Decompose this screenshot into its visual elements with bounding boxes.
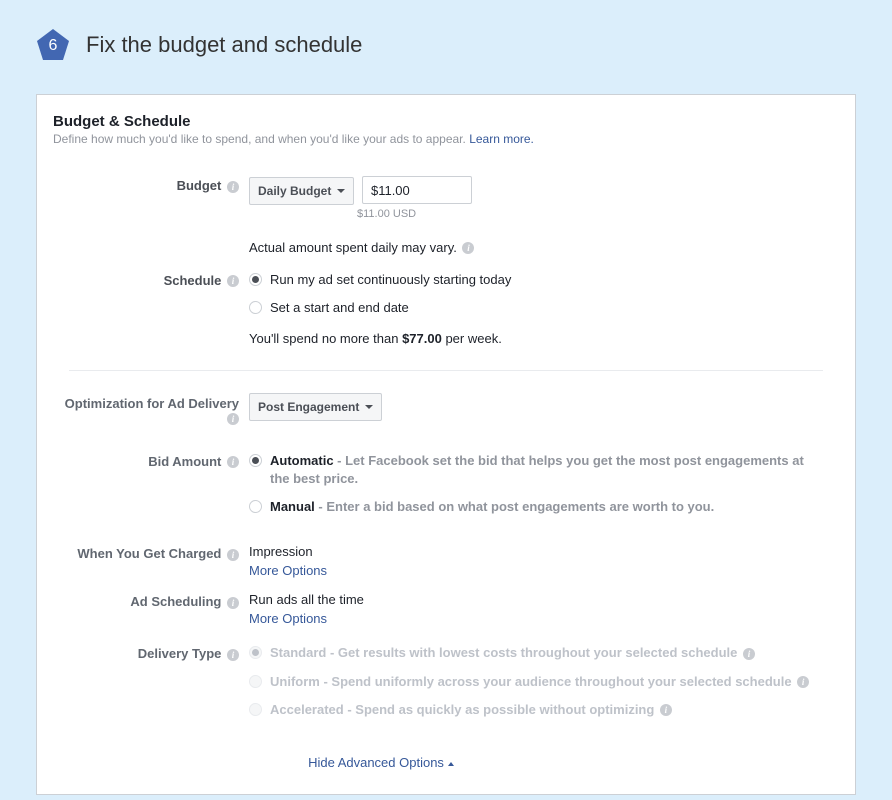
- bid-manual-option[interactable]: Manual - Enter a bid based on what post …: [249, 498, 819, 516]
- radio-icon: [249, 500, 262, 513]
- bid-automatic-option[interactable]: Automatic - Let Facebook set the bid tha…: [249, 452, 819, 488]
- info-icon[interactable]: i: [227, 275, 239, 287]
- info-icon[interactable]: i: [660, 704, 672, 716]
- panel-description: Define how much you'd like to spend, and…: [53, 132, 839, 146]
- budget-schedule-panel: Budget & Schedule Define how much you'd …: [36, 94, 856, 795]
- delivery-accelerated-option: Accelerated - Spend as quickly as possib…: [249, 701, 819, 719]
- schedule-date-range-option[interactable]: Set a start and end date: [249, 299, 819, 317]
- chevron-down-icon: [337, 189, 345, 193]
- info-icon[interactable]: i: [227, 413, 239, 425]
- budget-amount-input[interactable]: [362, 176, 472, 204]
- budget-label: Budget i: [53, 172, 249, 261]
- step-number: 6: [49, 37, 58, 55]
- charged-more-options-link[interactable]: More Options: [249, 563, 327, 578]
- ad-scheduling-value: Run ads all the time: [249, 592, 819, 607]
- delivery-uniform-option: Uniform - Spend uniformly across your au…: [249, 673, 819, 691]
- budget-usd-note: $11.00 USD: [357, 208, 819, 220]
- optimization-row: Optimization for Ad Delivery i Post Enga…: [53, 389, 839, 426]
- chevron-down-icon: [365, 405, 373, 409]
- divider: [69, 370, 823, 371]
- info-icon[interactable]: i: [797, 676, 809, 688]
- optimization-label: Optimization for Ad Delivery i: [53, 389, 249, 426]
- radio-icon: [249, 273, 262, 286]
- learn-more-link[interactable]: Learn more.: [469, 132, 534, 146]
- schedule-row: Schedule i Run my ad set continuously st…: [53, 267, 839, 352]
- info-icon[interactable]: i: [227, 456, 239, 468]
- info-icon[interactable]: i: [462, 242, 474, 254]
- charged-label: When You Get Charged i: [53, 544, 249, 578]
- budget-row: Budget i Daily Budget $11.00 USD Actual …: [53, 172, 839, 261]
- panel-title: Budget & Schedule: [53, 113, 839, 130]
- hide-advanced-options-link[interactable]: Hide Advanced Options: [0, 755, 839, 770]
- radio-icon: [249, 454, 262, 467]
- info-icon[interactable]: i: [227, 649, 239, 661]
- info-icon[interactable]: i: [227, 181, 239, 193]
- radio-icon: [249, 646, 262, 659]
- radio-icon: [249, 301, 262, 314]
- radio-icon: [249, 703, 262, 716]
- info-icon[interactable]: i: [227, 549, 239, 561]
- delivery-type-label: Delivery Type i: [53, 640, 249, 729]
- optimization-dropdown[interactable]: Post Engagement: [249, 393, 382, 421]
- weekly-spend-note: You'll spend no more than $77.00 per wee…: [249, 331, 819, 346]
- ad-scheduling-row: Ad Scheduling i Run ads all the time Mor…: [53, 592, 839, 626]
- radio-icon: [249, 675, 262, 688]
- bid-amount-label: Bid Amount i: [53, 448, 249, 527]
- chevron-up-icon: [448, 762, 454, 766]
- ad-scheduling-more-options-link[interactable]: More Options: [249, 611, 327, 626]
- ad-scheduling-label: Ad Scheduling i: [53, 592, 249, 626]
- step-title: Fix the budget and schedule: [86, 32, 362, 58]
- bid-amount-row: Bid Amount i Automatic - Let Facebook se…: [53, 448, 839, 527]
- schedule-label: Schedule i: [53, 267, 249, 352]
- schedule-continuous-option[interactable]: Run my ad set continuously starting toda…: [249, 271, 819, 289]
- step-badge: 6: [36, 28, 70, 62]
- step-header: 6 Fix the budget and schedule: [36, 28, 856, 62]
- info-icon[interactable]: i: [227, 597, 239, 609]
- delivery-type-row: Delivery Type i Standard - Get results w…: [53, 640, 839, 729]
- delivery-standard-option: Standard - Get results with lowest costs…: [249, 644, 819, 662]
- charged-value: Impression: [249, 544, 819, 559]
- charged-row: When You Get Charged i Impression More O…: [53, 544, 839, 578]
- budget-type-dropdown[interactable]: Daily Budget: [249, 177, 354, 205]
- budget-vary-note: Actual amount spent daily may vary. i: [249, 240, 819, 255]
- info-icon[interactable]: i: [743, 648, 755, 660]
